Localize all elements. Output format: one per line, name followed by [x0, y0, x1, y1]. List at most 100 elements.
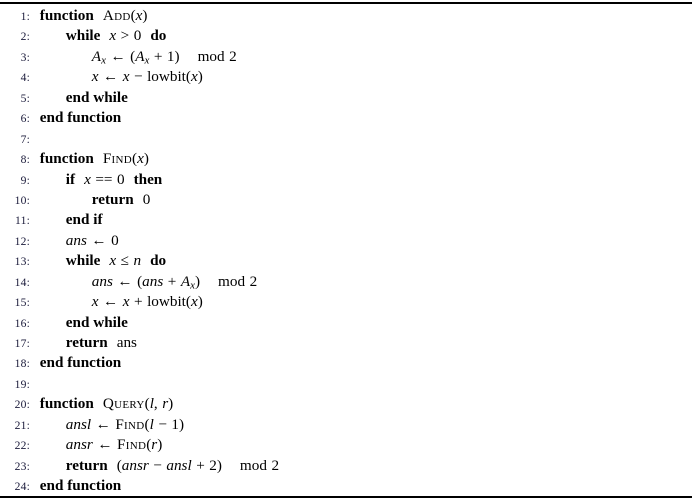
algorithm-line: 3: Ax ← (Ax +1) mod 2 — [0, 47, 692, 67]
keyword-do: do — [150, 252, 167, 270]
var-ans: ans — [116, 334, 137, 351]
algorithm-line: 18: end function — [0, 353, 692, 373]
line-code: x ← x + lowbit(x) — [34, 292, 203, 312]
line-code: ans ← 0 — [34, 231, 119, 251]
procedure-name-find: Find — [117, 436, 147, 454]
operator-assign: ← — [103, 293, 119, 311]
operator-greater-than: > — [120, 27, 130, 45]
var-x: x — [122, 293, 130, 311]
keyword-return: return — [65, 456, 108, 474]
var-x: x — [137, 150, 144, 168]
procedure-name-find: Find — [115, 415, 145, 433]
operator-assign: ← — [117, 272, 133, 290]
algorithm-line: 15: x ← x + lowbit(x) — [0, 292, 692, 312]
paren-close: ) — [174, 47, 180, 65]
var-A: A — [180, 272, 191, 290]
var-ansr: ansr — [65, 436, 93, 454]
number-zero: 0 — [116, 170, 125, 188]
number-two: 2 — [229, 47, 237, 65]
operator-minus: − — [153, 456, 162, 474]
var-ans: ans — [142, 272, 164, 290]
keyword-return: return — [91, 190, 134, 208]
number-zero: 0 — [142, 190, 151, 208]
operator-plus: + — [167, 272, 177, 290]
line-code: return ans — [34, 333, 137, 353]
var-ans: ans — [65, 231, 87, 249]
algorithm-line: 12: ans ← 0 — [0, 231, 692, 251]
comma: , — [153, 395, 158, 413]
keyword-return: return — [65, 334, 108, 351]
keyword-function: function — [39, 7, 94, 24]
line-number: 12: — [14, 234, 30, 248]
operator-plus: + — [196, 456, 205, 474]
var-ans: ans — [91, 272, 113, 290]
line-number: 20: — [14, 398, 30, 412]
keyword-do: do — [150, 27, 167, 45]
keyword-end-if: end if — [65, 211, 103, 229]
operator-assign: ← — [95, 415, 111, 433]
number-one: 1 — [171, 415, 179, 433]
operator-minus: − — [133, 68, 143, 86]
line-number: 10: — [14, 193, 30, 207]
algorithm-bottom-rule — [0, 496, 692, 498]
number-zero: 0 — [133, 27, 142, 45]
line-number: 15: — [14, 296, 30, 310]
algorithm-block: 1: function Add(x) 2: while x >0 do 3: Ax ← (A… — [0, 0, 692, 502]
var-ansr: ansr — [121, 456, 149, 474]
line-number: 14: — [14, 275, 30, 289]
algorithm-line: 14: ans ← (ans + Ax) mod 2 — [0, 272, 692, 292]
algorithm-line: 21: ansl ← Find(l −1) — [0, 415, 692, 435]
line-code: return (ansr − ansl +2) mod 2 — [34, 456, 279, 476]
line-code: function Query(l, r) — [34, 394, 173, 414]
keyword-mod: mod — [197, 47, 225, 65]
number-zero: 0 — [111, 231, 119, 249]
algorithm-line: 8: function Find(x) — [0, 149, 692, 169]
line-code: while x ≤ n do — [34, 251, 166, 271]
algorithm-line: 17: return ans — [0, 333, 692, 353]
procedure-name-find: Find — [102, 150, 133, 168]
var-n: n — [133, 252, 142, 270]
line-number: 6: — [20, 112, 30, 126]
line-code: end function — [34, 476, 121, 496]
var-x: x — [84, 170, 91, 188]
operator-assign: ← — [97, 436, 113, 454]
var-A: A — [91, 47, 102, 65]
algorithm-line: 22: ansr ← Find(r) — [0, 435, 692, 455]
subscript-x: x — [144, 54, 150, 67]
line-code: end while — [34, 88, 128, 108]
subscript-x: x — [101, 54, 106, 67]
algorithm-line: 6: end function — [0, 108, 692, 128]
paren-close: ) — [143, 150, 149, 168]
line-code: end function — [34, 108, 121, 128]
paren-close: ) — [142, 7, 148, 24]
operator-assign: ← — [110, 47, 126, 65]
function-lowbit: lowbit — [147, 68, 186, 86]
keyword-function: function — [39, 395, 94, 413]
operator-minus: − — [158, 415, 167, 433]
var-x: x — [91, 68, 99, 86]
algorithm-top-rule — [0, 2, 692, 4]
var-x: x — [190, 293, 198, 311]
keyword-if: if — [65, 170, 76, 188]
algorithm-line: 13: while x ≤ n do — [0, 251, 692, 271]
algorithm-line: 5: end while — [0, 88, 692, 108]
paren-close: ) — [168, 395, 174, 413]
line-number: 18: — [14, 357, 30, 371]
line-code: end if — [34, 210, 103, 230]
keyword-end-function: end function — [39, 354, 122, 372]
algorithm-line: 2: while x >0 do — [0, 26, 692, 46]
number-two: 2 — [209, 456, 217, 474]
algorithm-line: 10: return 0 — [0, 190, 692, 210]
keyword-end-function: end function — [39, 109, 122, 127]
line-number: 21: — [14, 418, 30, 432]
procedure-name-query: Query — [102, 395, 145, 413]
keyword-end-function: end function — [39, 477, 122, 495]
algorithm-line: 11: end if — [0, 210, 692, 230]
line-number: 11: — [15, 214, 30, 228]
line-number: 1: — [20, 10, 30, 23]
keyword-end-while: end while — [65, 313, 128, 331]
line-number: 22: — [14, 439, 30, 453]
paren-close: ) — [178, 415, 185, 433]
paren-close: ) — [194, 272, 201, 290]
algorithm-line: 24: end function — [0, 476, 692, 496]
